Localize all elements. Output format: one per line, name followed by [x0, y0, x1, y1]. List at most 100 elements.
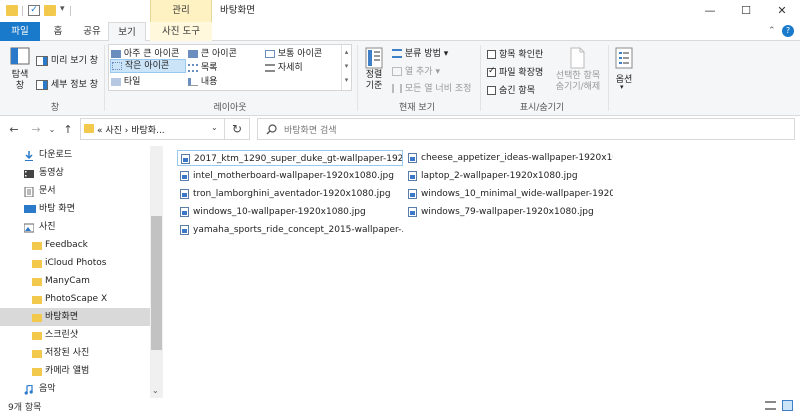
- tab-picture-tools[interactable]: 사진 도구: [150, 22, 212, 41]
- nav-item[interactable]: 카메라 앨범: [0, 362, 150, 380]
- back-button[interactable]: ←: [6, 122, 22, 138]
- nav-item[interactable]: 사진: [0, 218, 150, 236]
- collapse-ribbon-icon[interactable]: ⌃: [768, 26, 776, 36]
- item-checkboxes-checkbox[interactable]: [487, 50, 496, 59]
- tab-file[interactable]: 파일: [0, 22, 40, 41]
- nav-item[interactable]: iCloud Photos: [0, 254, 150, 272]
- add-columns-button[interactable]: 열 추가 ▾: [392, 64, 440, 77]
- minimize-button[interactable]: —: [692, 0, 728, 22]
- large-icons-option[interactable]: 큰 아이콘: [188, 46, 237, 59]
- video-icon: [24, 168, 34, 178]
- nav-scrollbar-thumb[interactable]: [151, 216, 162, 350]
- forward-button[interactable]: →: [28, 122, 44, 138]
- tiles-label: 타일: [123, 77, 141, 87]
- hide-selected-label: 선택한 항목 숨기기/해제: [555, 71, 601, 92]
- customize-qat-icon[interactable]: ▾: [60, 4, 65, 14]
- file-item[interactable]: windows_10-wallpaper-1920x1080.jpg: [177, 204, 403, 220]
- nav-item[interactable]: Feedback: [0, 236, 150, 254]
- layout-scroll[interactable]: ▴ ▾ ▾: [341, 45, 351, 90]
- file-item[interactable]: cheese_appetizer_ideas-wallpaper-1920x10…: [405, 150, 613, 166]
- options-icon: [615, 47, 633, 69]
- folder-icon: [32, 294, 42, 304]
- file-extensions-checkbox[interactable]: [487, 66, 496, 77]
- content-option[interactable]: 내용: [188, 74, 217, 87]
- desktop-icon: [24, 204, 36, 214]
- close-button[interactable]: ✕: [764, 0, 800, 22]
- properties-icon[interactable]: ✓: [28, 5, 40, 16]
- group-label-pane: 창: [50, 103, 60, 113]
- image-file-icon: [408, 189, 417, 199]
- group-by-button[interactable]: 분류 방법 ▾: [392, 46, 448, 59]
- medium-icons-option[interactable]: 보통 아이콘: [265, 46, 322, 59]
- refresh-button[interactable]: ↻: [224, 118, 250, 140]
- nav-item-label: 다운로드: [39, 150, 73, 160]
- nav-item[interactable]: 스크린샷: [0, 326, 150, 344]
- group-label-show-hide: 표시/숨기기: [519, 103, 565, 113]
- item-checkboxes-label: 항목 확인란: [499, 50, 544, 60]
- item-checkboxes-toggle[interactable]: 항목 확인란: [487, 47, 543, 60]
- address-dropdown-icon[interactable]: ⌄: [211, 123, 218, 132]
- options-dropdown-icon[interactable]: ▾: [620, 83, 624, 91]
- maximize-button[interactable]: ☐: [728, 0, 764, 22]
- address-path[interactable]: « 사진 › 바탕화...: [97, 123, 165, 136]
- nav-item[interactable]: 바탕화면: [0, 308, 150, 326]
- nav-item[interactable]: 바탕 화면: [0, 200, 150, 218]
- new-folder-icon[interactable]: [44, 5, 56, 16]
- tab-view[interactable]: 보기: [108, 22, 146, 42]
- nav-item[interactable]: 문서: [0, 182, 150, 200]
- group-label-current-view: 현재 보기: [399, 103, 435, 113]
- help-icon[interactable]: ?: [782, 25, 794, 37]
- details-view-icon[interactable]: [765, 401, 776, 410]
- nav-item[interactable]: 음악: [0, 380, 150, 398]
- divider: [480, 45, 481, 111]
- hidden-items-toggle[interactable]: 숨긴 항목: [487, 83, 535, 96]
- hide-selected-icon: [570, 47, 585, 69]
- options-label[interactable]: 옵션: [613, 72, 635, 85]
- folder-icon: [84, 124, 94, 133]
- scroll-down-arrow[interactable]: ⌄: [152, 386, 159, 395]
- group-by-icon: [392, 49, 402, 58]
- file-item[interactable]: laptop_2-wallpaper-1920x1080.jpg: [405, 168, 613, 184]
- nav-pane-button[interactable]: [8, 46, 32, 68]
- tab-home[interactable]: 홈: [44, 22, 72, 41]
- up-button[interactable]: ↑: [60, 122, 76, 138]
- sort-by-label[interactable]: 정렬 기준: [362, 70, 386, 92]
- nav-item[interactable]: 저장된 사진: [0, 344, 150, 362]
- nav-item[interactable]: 다운로드: [0, 146, 150, 164]
- search-box[interactable]: 바탕화면 검색: [257, 118, 795, 140]
- options-button[interactable]: [613, 46, 635, 70]
- list-label: 목록: [200, 63, 218, 73]
- details-pane-button[interactable]: 세부 정보 창: [36, 77, 98, 90]
- small-icons-icon: [112, 61, 122, 70]
- hidden-items-checkbox[interactable]: [487, 86, 496, 95]
- tab-share[interactable]: 공유: [76, 22, 108, 41]
- fit-columns-button[interactable]: 모든 열 너비 조정: [392, 81, 471, 94]
- details-option[interactable]: 자세히: [265, 60, 303, 73]
- nav-pane-label[interactable]: 탐색 창: [8, 70, 32, 92]
- refresh-icon: ↻: [231, 122, 243, 136]
- file-extensions-toggle[interactable]: 파일 확장명: [487, 65, 543, 78]
- extra-large-icons-option[interactable]: 아주 큰 아이콘: [111, 46, 179, 59]
- file-item[interactable]: intel_motherboard-wallpaper-1920x1080.jp…: [177, 168, 403, 184]
- file-item[interactable]: tron_lamborghini_aventador-1920x1080.jpg: [177, 186, 403, 202]
- hide-selected-button[interactable]: [567, 46, 587, 70]
- list-option[interactable]: 목록: [188, 60, 217, 73]
- file-item[interactable]: yamaha_sports_ride_concept_2015-wallpape…: [177, 222, 403, 238]
- context-tab-header: 관리: [150, 0, 212, 22]
- nav-item[interactable]: PhotoScape X: [0, 290, 150, 308]
- add-columns-icon: [392, 67, 402, 76]
- small-icons-option[interactable]: 작은 아이콘: [110, 59, 186, 73]
- file-item[interactable]: windows_79-wallpaper-1920x1080.jpg: [405, 204, 613, 220]
- preview-pane-button[interactable]: 미리 보기 창: [36, 53, 98, 66]
- file-item[interactable]: 2017_ktm_1290_super_duke_gt-wallpaper-19…: [177, 150, 403, 166]
- large-icons-view-icon[interactable]: [782, 400, 793, 411]
- sort-by-button[interactable]: [364, 46, 384, 70]
- tiles-option[interactable]: 타일: [111, 74, 140, 87]
- nav-item[interactable]: ManyCam: [0, 272, 150, 290]
- nav-item[interactable]: 동영상: [0, 164, 150, 182]
- sort-icon: [365, 47, 383, 69]
- recent-locations-button[interactable]: ⌄: [44, 122, 60, 138]
- divider: [357, 45, 358, 111]
- fit-columns-label: 모든 열 너비 조정: [404, 84, 472, 94]
- file-item[interactable]: windows_10_minimal_wide-wallpaper-1920x1…: [405, 186, 613, 202]
